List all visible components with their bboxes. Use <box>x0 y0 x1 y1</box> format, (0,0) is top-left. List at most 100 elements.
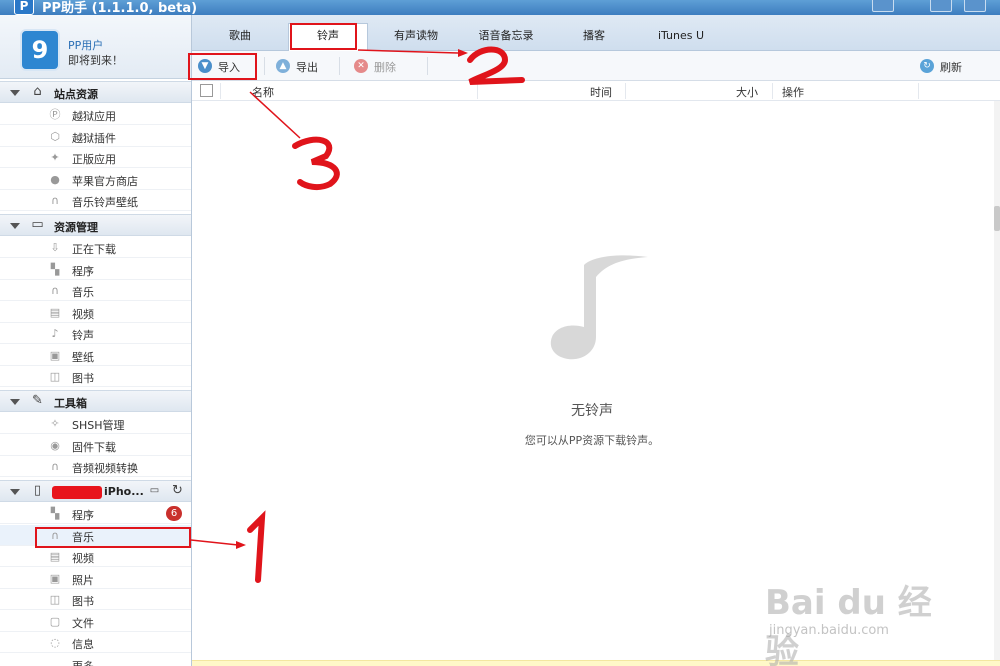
tab-audiobooks[interactable]: 有声读物 <box>384 27 448 51</box>
sidebar-item-downloading[interactable]: ⇩ 正在下载 <box>0 237 191 258</box>
tab-bar: 歌曲 铃声 有声读物 语音备忘录 播客 iTunes U <box>192 15 1000 51</box>
sidebar-item-books[interactable]: ◫ 图书 <box>0 366 191 387</box>
group-device[interactable]: ▯ iPho... ▭ ↻ <box>0 480 191 502</box>
store-icon: ✦ <box>50 151 60 164</box>
apps-icon: ▚ <box>50 263 60 276</box>
pp-logo-icon: P <box>14 0 34 15</box>
group-resource-management[interactable]: ▭ 资源管理 <box>0 214 191 236</box>
battery-icon: ▭ <box>149 485 160 496</box>
user-subtitle: 即将到来！ <box>68 54 123 67</box>
sidebar-item-label: 固件下载 <box>72 441 116 454</box>
tab-itunes-u[interactable]: iTunes U <box>646 27 716 51</box>
sidebar-item-jailbreak-plugins[interactable]: ⬡ 越狱插件 <box>0 126 191 147</box>
sidebar-item-ringtones[interactable]: ♪ 铃声 <box>0 323 191 344</box>
sidebar-item-shsh[interactable]: ✧ SHSH管理 <box>0 413 191 434</box>
sidebar-item-firmware[interactable]: ◉ 固件下载 <box>0 435 191 456</box>
toolbar-divider <box>264 57 265 75</box>
column-name[interactable]: 名称 <box>252 84 274 100</box>
film-icon: ▤ <box>49 550 61 563</box>
apple-icon: ● <box>50 173 60 186</box>
sidebar-item-device-files[interactable]: ▢ 文件 <box>0 611 191 632</box>
tab-ringtones[interactable]: 铃声 <box>288 23 368 51</box>
import-label: 导入 <box>218 61 240 74</box>
column-divider <box>772 83 773 99</box>
maximize-button[interactable] <box>964 0 986 12</box>
sidebar-item-music[interactable]: ∩ 音乐 <box>0 280 191 301</box>
pp-icon: Ⓟ <box>49 108 61 121</box>
column-time[interactable]: 时间 <box>590 84 612 100</box>
sidebar-item-genuine-apps[interactable]: ✦ 正版应用 <box>0 147 191 168</box>
watermark-site: jingyan.baidu.com <box>769 623 889 638</box>
column-size[interactable]: 大小 <box>736 84 758 100</box>
vertical-scrollbar[interactable] <box>994 101 1000 666</box>
tab-songs[interactable]: 歌曲 <box>214 27 266 51</box>
tab-voice-memos[interactable]: 语音备忘录 <box>468 27 544 51</box>
collapse-arrow-icon[interactable] <box>10 489 20 495</box>
sidebar-item-label: 图书 <box>72 372 94 385</box>
skin-button[interactable] <box>872 0 894 12</box>
device-name: iPho... <box>104 485 144 498</box>
group-label: 站点资源 <box>54 88 98 101</box>
delete-icon: ✕ <box>354 59 368 73</box>
collapse-arrow-icon[interactable] <box>10 90 20 96</box>
sidebar-item-device-messages[interactable]: ◌ 信息 <box>0 632 191 653</box>
sidebar-item-jailbreak-apps[interactable]: Ⓟ 越狱应用 <box>0 104 191 125</box>
collapse-arrow-icon[interactable] <box>10 223 20 229</box>
delete-button[interactable]: ✕ 删除 <box>354 57 404 75</box>
watermark-logo: Bai du 经验 <box>765 583 932 666</box>
select-all-checkbox[interactable] <box>200 84 213 97</box>
sidebar-item-label: 音乐铃声壁纸 <box>72 196 138 209</box>
headphones-icon: ∩ <box>50 284 60 297</box>
main-panel: 歌曲 铃声 有声读物 语音备忘录 播客 iTunes U ▼ 导入 ▲ 导出 ✕… <box>192 15 1000 666</box>
sidebar-item-label: 音乐 <box>72 286 94 299</box>
convert-icon: ∩ <box>50 460 60 473</box>
sidebar-item-label: 文件 <box>72 617 94 630</box>
scrollbar-thumb[interactable] <box>994 206 1000 231</box>
tab-podcasts[interactable]: 播客 <box>572 27 616 51</box>
export-icon: ▲ <box>276 59 290 73</box>
sidebar-item-av-convert[interactable]: ∩ 音频视频转换 <box>0 456 191 477</box>
headphones-icon: ∩ <box>50 529 60 542</box>
apps-icon: ▚ <box>50 507 60 520</box>
sidebar-item-label: SHSH管理 <box>72 419 125 432</box>
sidebar-item-device-video[interactable]: ▤ 视频 <box>0 546 191 567</box>
group-site-resources[interactable]: ⌂ 站点资源 <box>0 81 191 103</box>
column-divider <box>220 83 221 99</box>
sidebar-item-video[interactable]: ▤ 视频 <box>0 302 191 323</box>
empty-state-title: 无铃声 <box>571 403 613 419</box>
music-note-icon <box>550 255 648 360</box>
column-actions[interactable]: 操作 <box>782 84 804 100</box>
sidebar-item-apps[interactable]: ▚ 程序 <box>0 259 191 280</box>
sidebar-item-label: 信息 <box>72 638 94 651</box>
sidebar-item-label: 音乐 <box>72 531 94 544</box>
sidebar-item-device-books[interactable]: ◫ 图书 <box>0 589 191 610</box>
refresh-label: 刷新 <box>940 61 962 74</box>
music-note-icon: ♪ <box>51 327 59 340</box>
sidebar-item-label: 越狱插件 <box>72 132 116 145</box>
sidebar-item-label: 壁纸 <box>72 351 94 364</box>
sidebar-item-device-photos[interactable]: ▣ 照片 <box>0 568 191 589</box>
sidebar-item-apple-store[interactable]: ● 苹果官方商店 <box>0 169 191 190</box>
refresh-button[interactable]: ↻ 刷新 <box>920 57 976 75</box>
delete-label: 删除 <box>374 61 396 74</box>
minimize-button[interactable] <box>930 0 952 12</box>
collapse-arrow-icon[interactable] <box>10 399 20 405</box>
sidebar-item-label: 音频视频转换 <box>72 462 138 475</box>
film-icon: ▤ <box>49 306 61 319</box>
refresh-icon[interactable]: ↻ <box>170 484 185 498</box>
user-name[interactable]: PP用户 <box>68 37 103 53</box>
column-divider <box>477 83 478 99</box>
baidu-watermark: Bai du 经验 jingyan.baidu.com <box>765 575 955 666</box>
export-label: 导出 <box>296 61 318 74</box>
column-divider <box>918 83 919 99</box>
sidebar-item-device-more[interactable]: … 更多 <box>0 654 191 666</box>
export-button[interactable]: ▲ 导出 <box>276 57 326 75</box>
sidebar-item-wallpaper[interactable]: ▣ 壁纸 <box>0 345 191 366</box>
sidebar-item-device-music[interactable]: ∩ 音乐 <box>0 525 191 546</box>
group-toolbox[interactable]: ✎ 工具箱 <box>0 390 191 412</box>
import-button[interactable]: ▼ 导入 <box>198 57 258 75</box>
avatar[interactable]: 9 <box>20 29 60 71</box>
sidebar-item-music-ringtone-wallpaper[interactable]: ∩ 音乐铃声壁纸 <box>0 190 191 211</box>
sidebar-item-device-apps[interactable]: ▚ 程序 6 <box>0 503 191 524</box>
update-count-badge: 6 <box>166 506 182 521</box>
